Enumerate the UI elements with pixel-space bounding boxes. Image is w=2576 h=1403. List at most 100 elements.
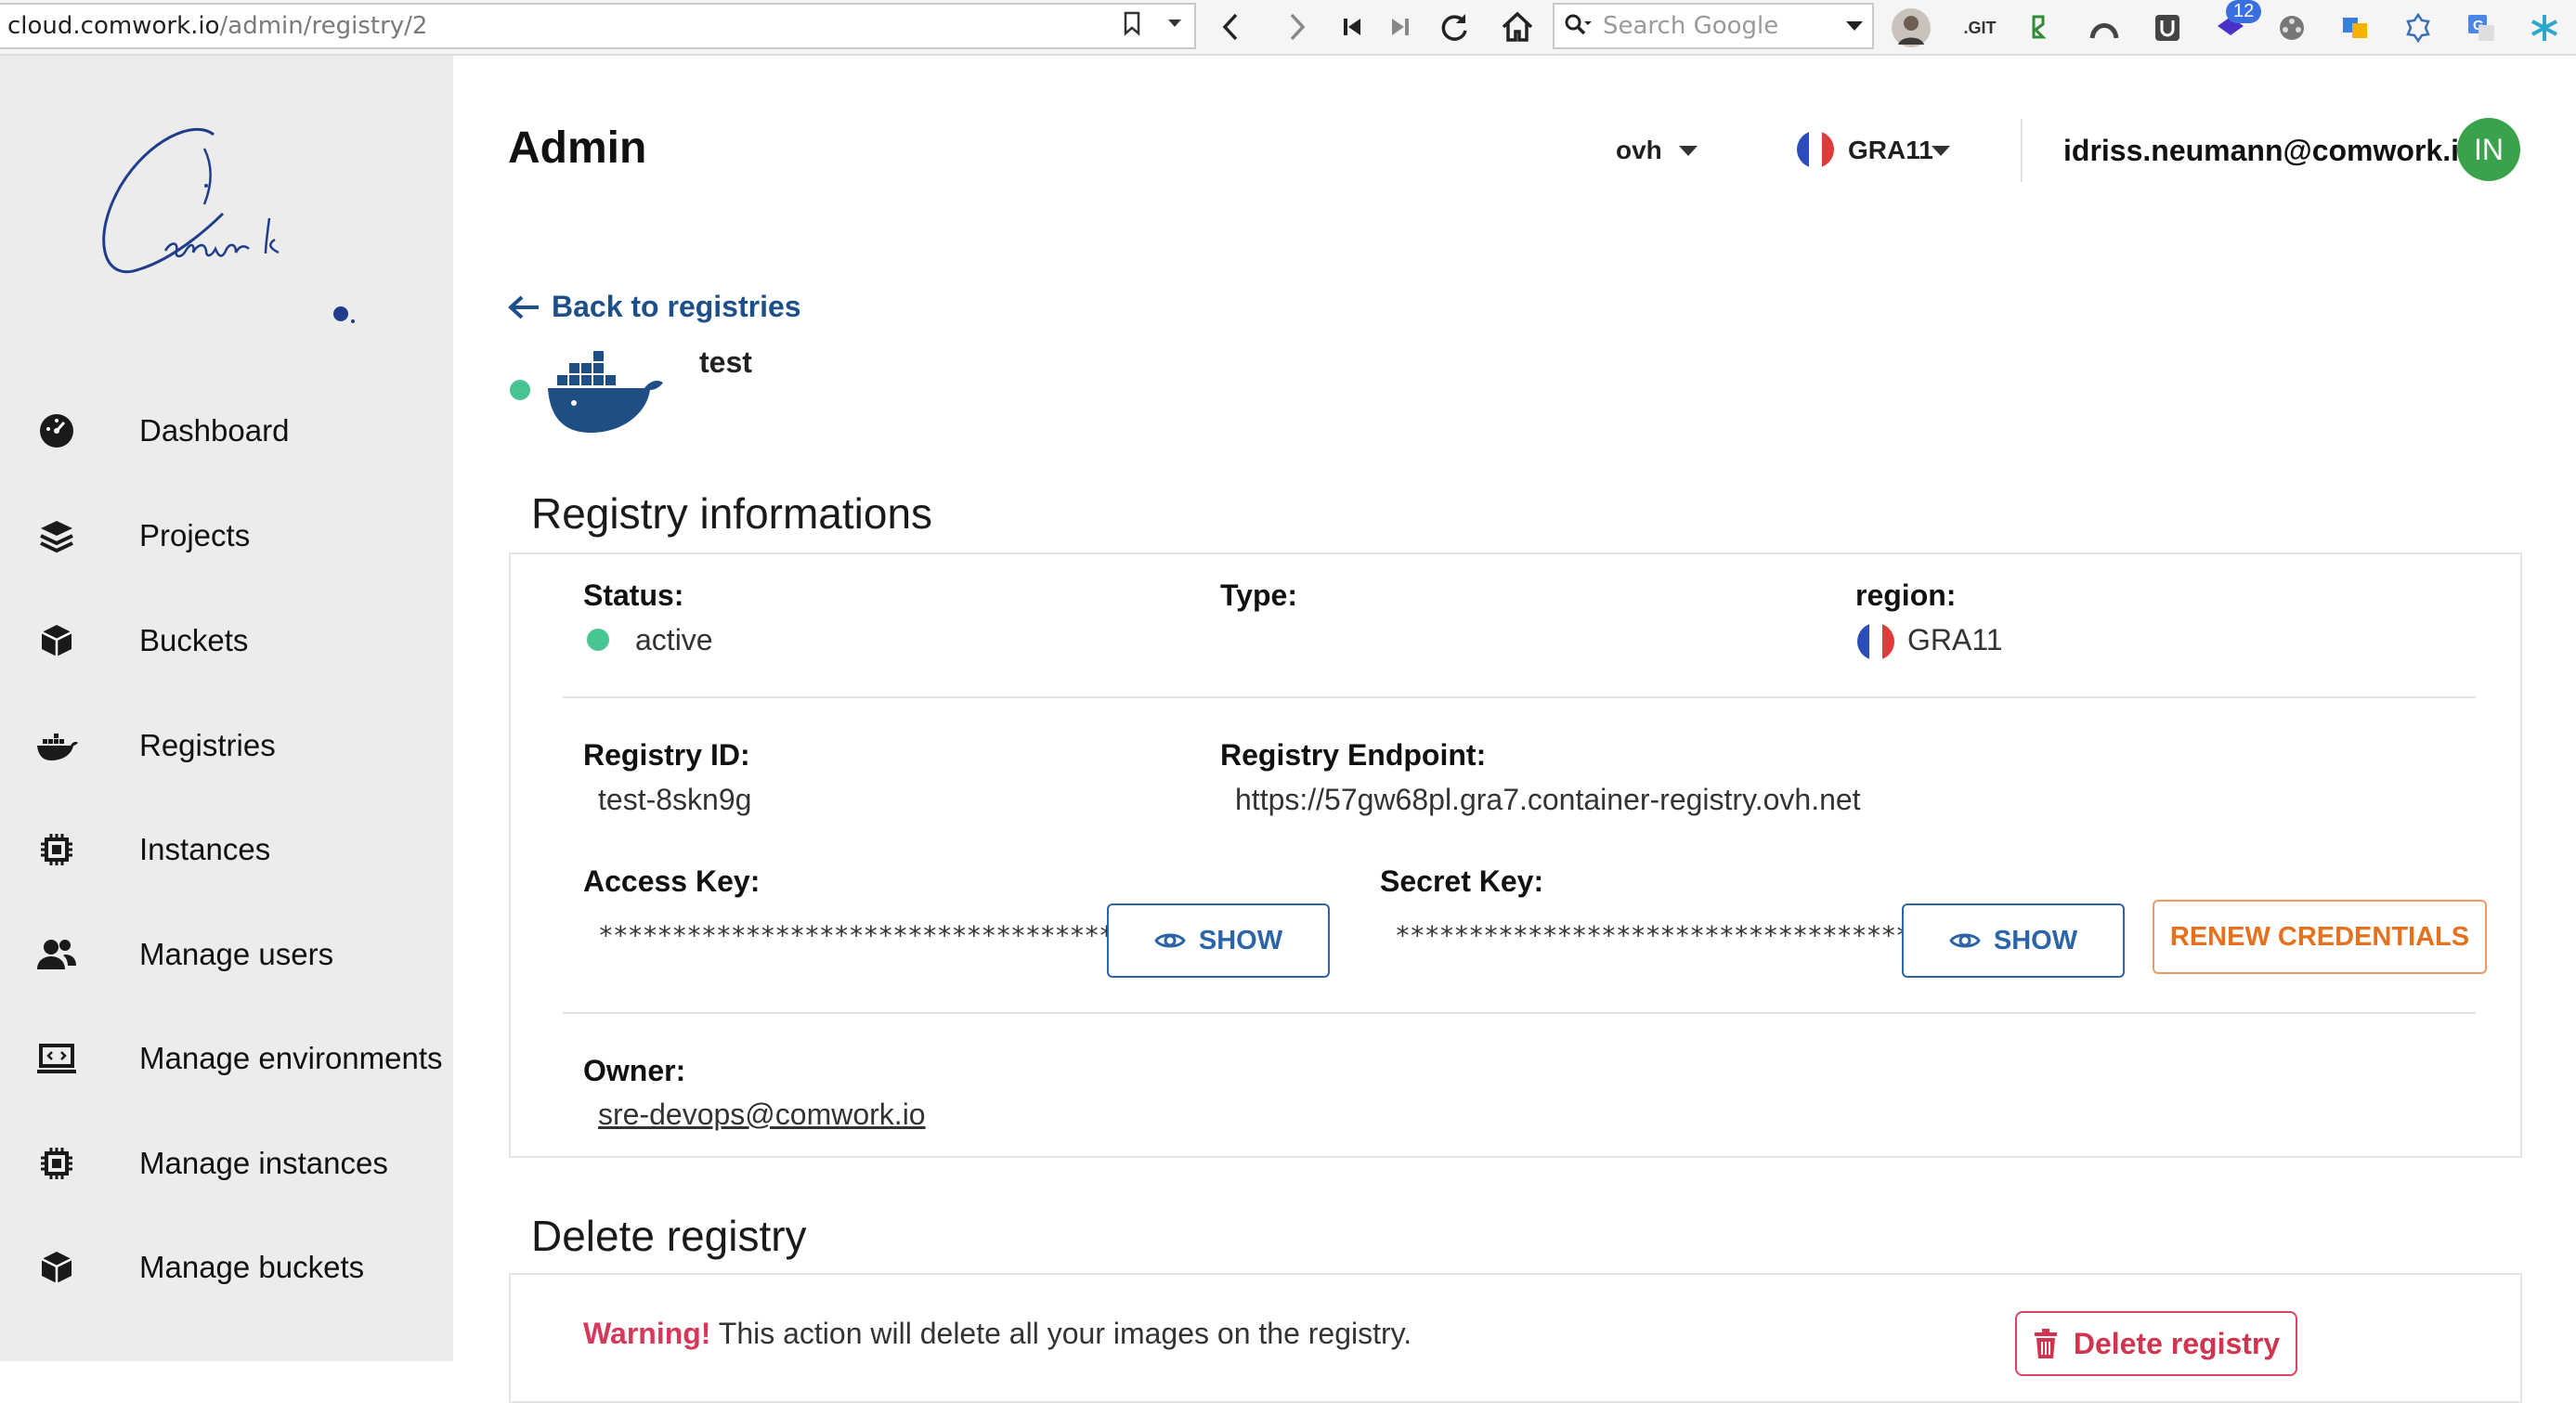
type-label: Type: — [1220, 578, 1297, 612]
url-dropdown-icon[interactable] — [1161, 9, 1189, 37]
registry-endpoint-label: Registry Endpoint: — [1220, 738, 1487, 772]
back-to-registries-link[interactable]: Back to registries — [507, 290, 801, 324]
search-box[interactable]: Search Google — [1553, 3, 1874, 49]
sidebar-item-label: Dashboard — [139, 413, 290, 448]
sidebar-item-manage-users[interactable]: Manage users — [0, 917, 453, 992]
status-value: active — [635, 623, 713, 656]
warning-text: This action will delete all your images … — [710, 1317, 1412, 1350]
sidebar-item-label: Manage users — [139, 937, 334, 971]
url-path: /admin/registry/2 — [219, 12, 428, 40]
git-extension-label: .GIT — [1963, 18, 1997, 37]
region-label: region: — [1855, 578, 1957, 612]
sidebar-item-label: Manage buckets — [139, 1250, 365, 1284]
sidebar-item-manage-buckets[interactable]: Manage buckets — [0, 1230, 453, 1305]
chip-icon — [33, 1140, 80, 1187]
profile-photo-icon[interactable] — [1891, 7, 1932, 48]
provider-select[interactable]: ovh — [1616, 136, 1662, 165]
status-dot — [587, 629, 609, 651]
show-label: SHOW — [1198, 925, 1283, 955]
sidebar-item-manage-environments[interactable]: Manage environments — [0, 1021, 453, 1096]
translate-box-extension-icon[interactable] — [2335, 7, 2375, 48]
back-nav-icon[interactable] — [1213, 8, 1250, 45]
back-label: Back to registries — [552, 290, 801, 323]
registry-info-title: Registry informations — [531, 489, 933, 538]
access-key-label: Access Key: — [583, 864, 761, 898]
puzzle-extension-icon[interactable] — [2021, 7, 2062, 48]
user-email[interactable]: idriss.neumann@comwork.io — [2063, 134, 2478, 168]
gear-extension-icon[interactable] — [2398, 7, 2439, 48]
layers-icon — [33, 513, 80, 559]
url-bar[interactable]: cloud.comwork.io/admin/registry/2 — [0, 3, 1196, 49]
search-engine-dropdown-icon[interactable] — [1844, 17, 1865, 40]
sidebar-item-label: Manage instances — [139, 1146, 388, 1180]
reload-icon[interactable] — [1436, 8, 1473, 45]
browser-toolbar: cloud.comwork.io/admin/registry/2 Search… — [0, 0, 2576, 56]
sidebar-item-label: Manage environments — [139, 1041, 443, 1075]
search-placeholder: Search Google — [1603, 12, 1779, 40]
renew-credentials-button[interactable]: RENEW CREDENTIALS — [2153, 900, 2487, 974]
page-title: Admin — [508, 123, 647, 173]
sidebar-item-label: Projects — [139, 518, 251, 552]
comwork-logo[interactable] — [65, 111, 371, 344]
sidebar-item-label: Instances — [139, 832, 271, 866]
shield-extension-icon[interactable] — [2147, 7, 2188, 48]
first-page-icon[interactable] — [1334, 8, 1371, 45]
owner-email-link[interactable]: sre-devops@comwork.io — [598, 1098, 926, 1132]
access-key-value: **************************************** — [598, 920, 1188, 951]
divider — [563, 1012, 2476, 1014]
sidebar-item-dashboard[interactable]: Dashboard — [0, 394, 453, 468]
dashboard-icon — [33, 408, 80, 454]
chip-icon — [33, 826, 80, 873]
provider-value: ovh — [1616, 136, 1662, 164]
region-chevron-down-icon[interactable] — [1932, 146, 1950, 156]
registry-id-label: Registry ID: — [583, 738, 750, 772]
show-access-key-button[interactable]: SHOW — [1107, 903, 1330, 978]
secret-key-value: **************************************** — [1395, 920, 1984, 951]
sidebar-item-instances[interactable]: Instances — [0, 812, 453, 887]
docker-icon — [33, 722, 80, 769]
eye-icon — [1154, 933, 1186, 948]
url-host: cloud.comwork.io — [7, 12, 220, 40]
box-icon — [33, 1244, 80, 1291]
secret-key-label: Secret Key: — [1380, 864, 1544, 898]
region-value: GRA11 — [1907, 623, 2003, 656]
sidebar-item-manage-instances[interactable]: Manage instances — [0, 1126, 453, 1201]
home-icon[interactable] — [1499, 8, 1536, 45]
divider — [563, 696, 2476, 698]
avatar[interactable]: IN — [2457, 118, 2520, 181]
registry-name: test — [699, 345, 752, 379]
registry-id-value: test-8skn9g — [598, 783, 752, 816]
laptop-code-icon — [33, 1035, 80, 1082]
delete-button-label: Delete registry — [2073, 1326, 2281, 1360]
sidebar-item-registries[interactable]: Registries — [0, 708, 453, 783]
owner-label: Owner: — [583, 1054, 686, 1087]
arrow-left-icon — [508, 295, 539, 318]
search-icon — [1564, 13, 1592, 42]
git-extension-icon[interactable]: .GIT — [1959, 7, 2000, 48]
bookmark-icon[interactable] — [1118, 9, 1146, 37]
sidebar-item-buckets[interactable]: Buckets — [0, 604, 453, 678]
asterisk-extension-icon[interactable] — [2524, 7, 2565, 48]
sidebar-item-projects[interactable]: Projects — [0, 499, 453, 573]
france-flag-icon — [1797, 131, 1834, 168]
docker-logo-icon — [542, 345, 665, 435]
registry-info-card: Status: active Type: region: GRA11 Regis… — [509, 552, 2522, 1158]
film-extension-icon[interactable] — [2271, 7, 2312, 48]
google-translate-icon[interactable]: G — [2461, 7, 2502, 48]
sidebar-item-label: Buckets — [139, 623, 249, 657]
last-page-icon[interactable] — [1382, 8, 1419, 45]
arc-extension-icon[interactable] — [2084, 7, 2125, 48]
region-value: GRA11 — [1848, 136, 1933, 164]
delete-registry-button[interactable]: Delete registry — [2015, 1311, 2297, 1376]
provider-chevron-down-icon[interactable] — [1679, 146, 1698, 156]
region-select[interactable]: GRA11 — [1848, 136, 1933, 165]
delete-registry-title: Delete registry — [531, 1212, 807, 1260]
france-flag-icon — [1857, 623, 1894, 660]
trash-icon — [2034, 1329, 2057, 1358]
header-divider — [2021, 119, 2023, 182]
forward-nav-icon[interactable] — [1278, 8, 1315, 45]
show-secret-key-button[interactable]: SHOW — [1902, 903, 2125, 978]
users-icon — [33, 931, 80, 978]
extension-badge: 12 — [2226, 0, 2262, 23]
sidebar-item-label: Registries — [139, 728, 276, 762]
